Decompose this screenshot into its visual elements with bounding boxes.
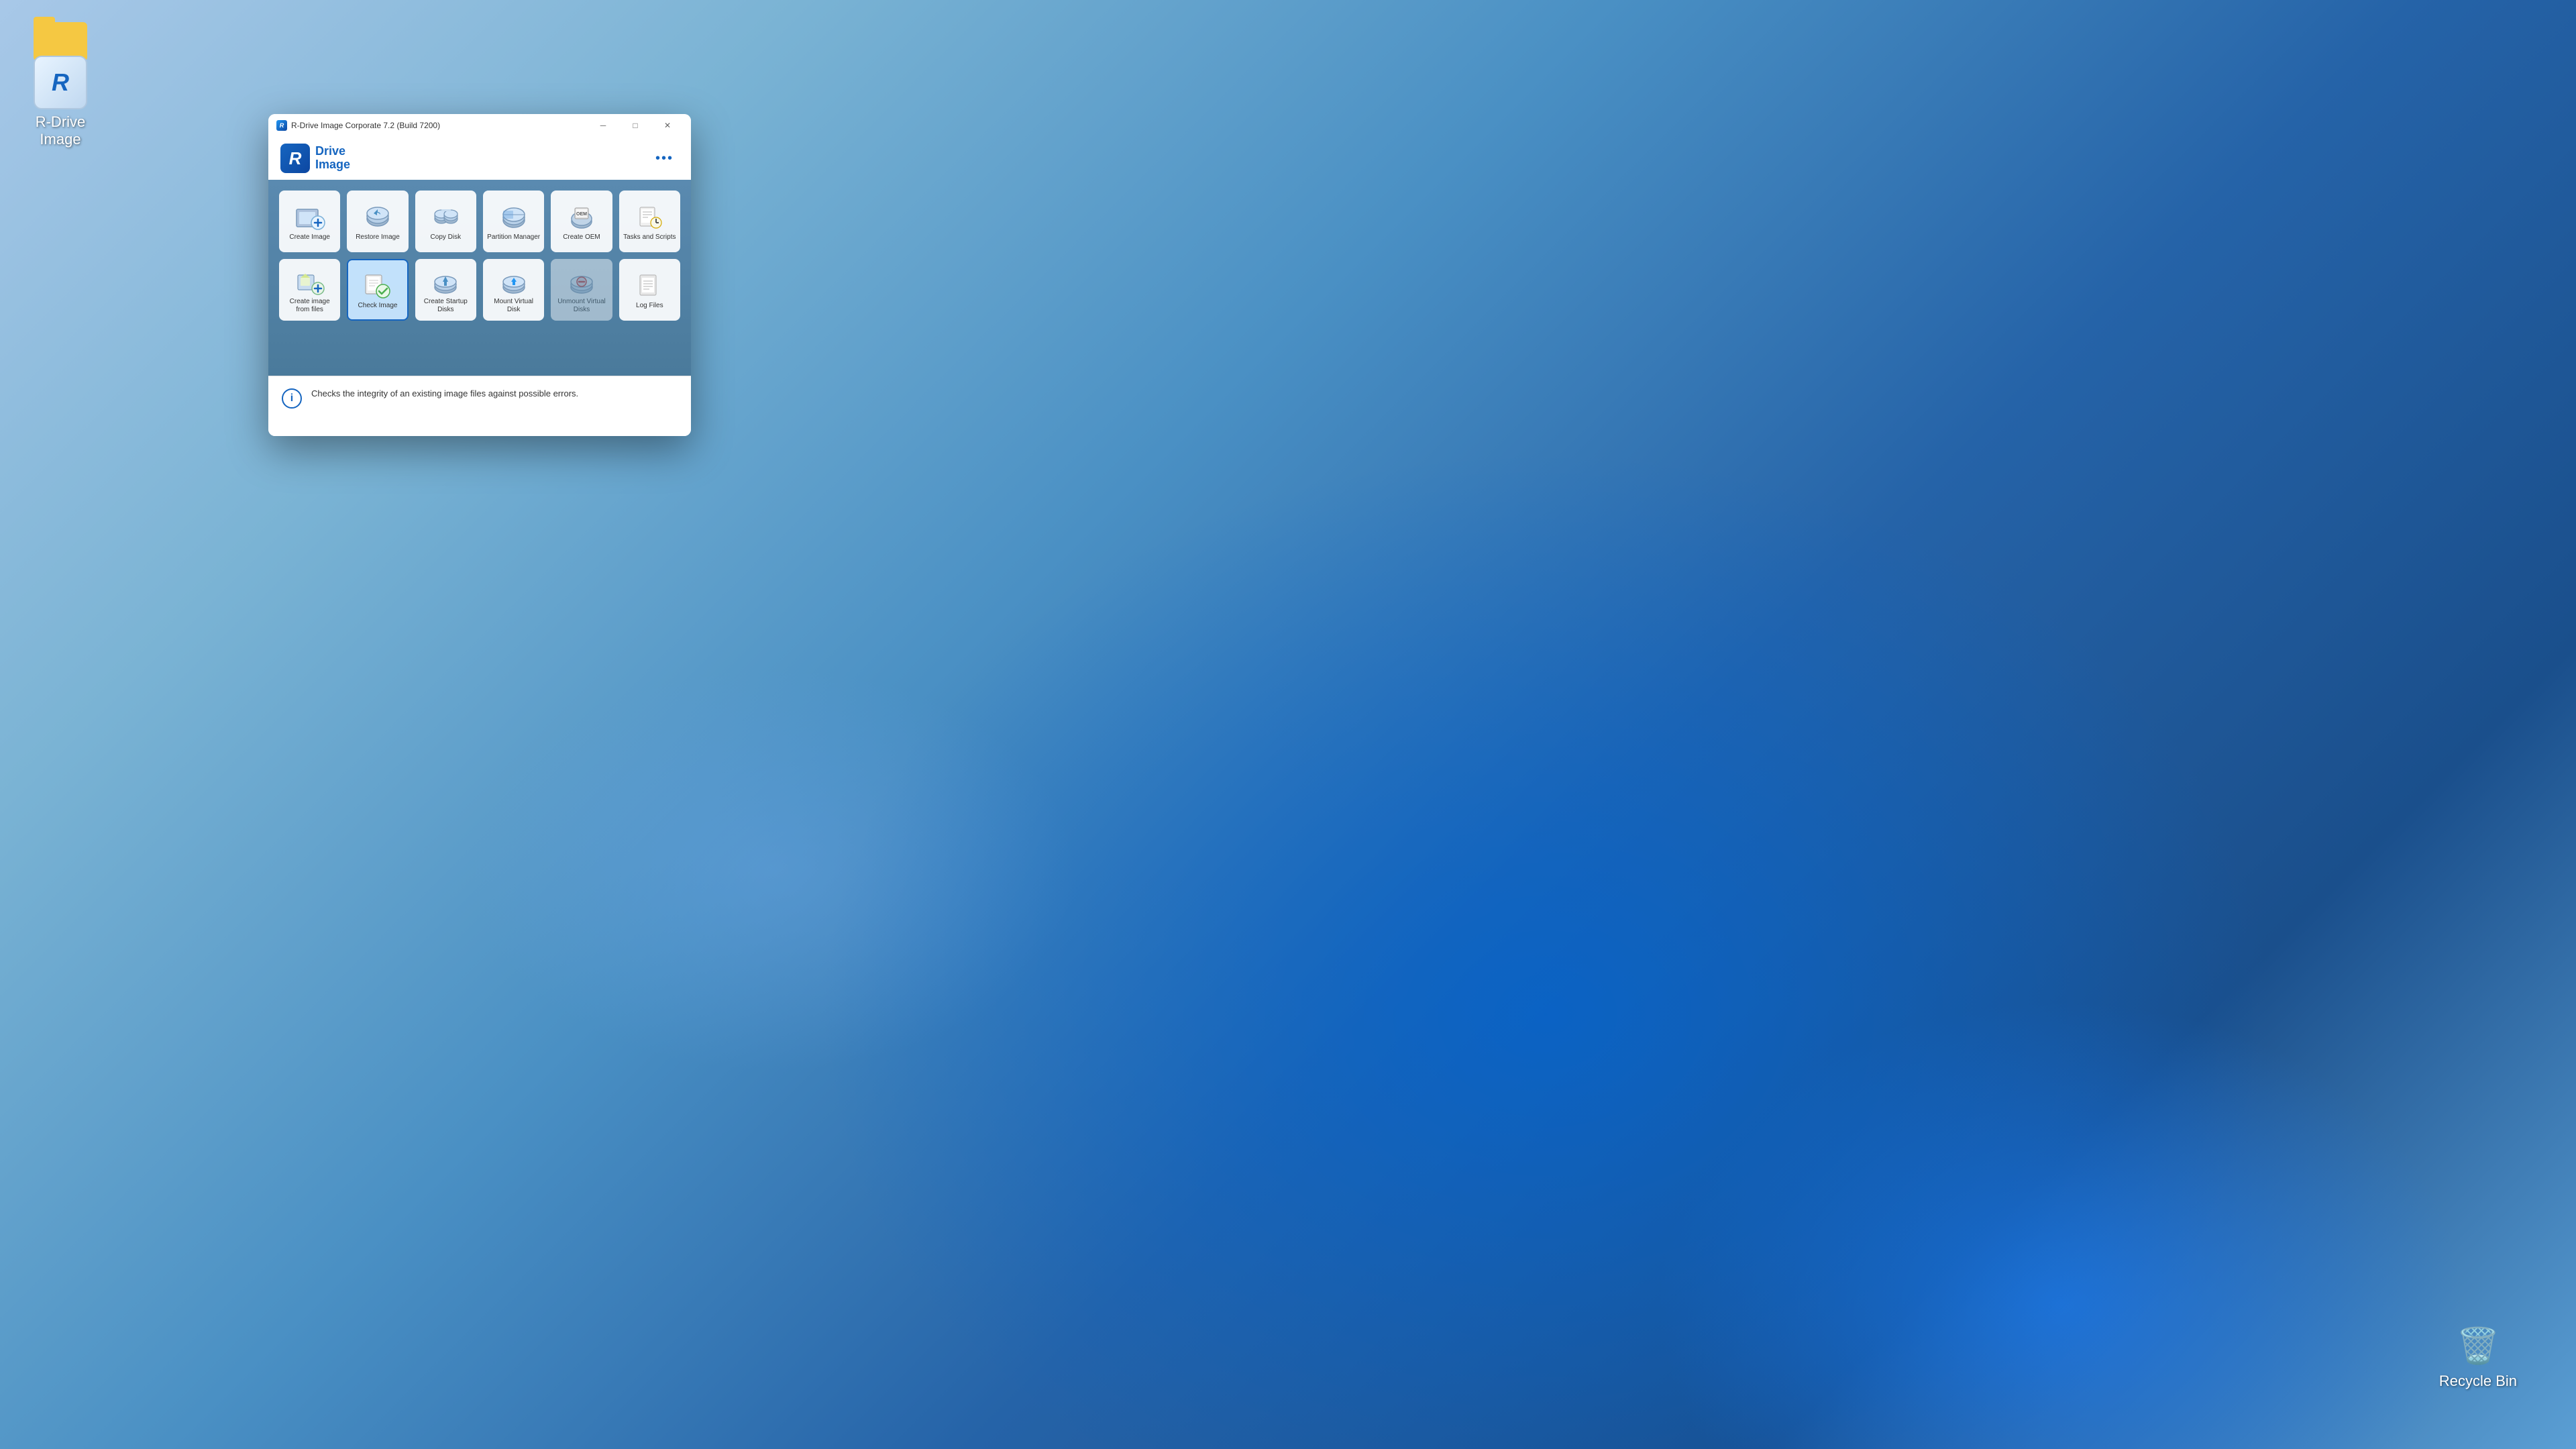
- create-oem-button[interactable]: OEM Create OEM: [551, 191, 612, 252]
- create-startup-disks-icon: [428, 267, 463, 297]
- create-oem-label: Create OEM: [563, 233, 600, 241]
- create-image-files-label: Create image from files: [283, 298, 336, 314]
- tasks-scripts-button[interactable]: Tasks and Scripts: [619, 191, 680, 252]
- restore-image-button[interactable]: Restore Image: [347, 191, 408, 252]
- grid-row-1: Create Image Restore Image: [279, 191, 680, 252]
- logo-drive: Drive: [315, 145, 350, 158]
- create-image-files-icon: [292, 267, 327, 297]
- restore-image-icon: [360, 203, 395, 232]
- create-image-files-button[interactable]: Create image from files: [279, 259, 340, 321]
- title-bar-icon: R: [276, 120, 287, 131]
- logo-text: Drive Image: [315, 145, 350, 172]
- info-icon: i: [282, 388, 302, 409]
- copy-disk-icon: [428, 203, 463, 232]
- create-oem-icon: OEM: [564, 203, 599, 232]
- app-window: R R-Drive Image Corporate 7.2 (Build 720…: [268, 114, 691, 436]
- mount-virtual-disk-label: Mount Virtual Disk: [487, 298, 540, 314]
- check-image-icon: [360, 271, 395, 301]
- create-startup-disks-label: Create Startup Disks: [419, 298, 472, 314]
- log-files-label: Log Files: [636, 302, 663, 310]
- partition-manager-icon: [496, 203, 531, 232]
- copy-disk-button[interactable]: Copy Disk: [415, 191, 476, 252]
- create-image-button[interactable]: Create Image: [279, 191, 340, 252]
- desktop-icon-rdrive-label: R-Drive Image: [36, 113, 86, 148]
- create-startup-disks-button[interactable]: Create Startup Disks: [415, 259, 476, 321]
- title-bar: R R-Drive Image Corporate 7.2 (Build 720…: [268, 114, 691, 137]
- svg-text:OEM: OEM: [576, 212, 587, 217]
- minimize-button[interactable]: ─: [588, 114, 619, 137]
- unmount-virtual-disks-icon: [564, 267, 599, 297]
- rdrive-icon: R: [34, 56, 87, 109]
- logo-image: Image: [315, 158, 350, 172]
- grid-row-2: Create image from files Check Image: [279, 259, 680, 321]
- window-controls: ─ □ ✕: [588, 114, 683, 137]
- recycle-bin-label: Recycle Bin: [2439, 1373, 2517, 1390]
- mount-virtual-disk-button[interactable]: Mount Virtual Disk: [483, 259, 544, 321]
- info-bar: i Checks the integrity of an existing im…: [268, 376, 691, 436]
- copy-disk-label: Copy Disk: [431, 233, 462, 241]
- info-description: Checks the integrity of an existing imag…: [311, 387, 578, 400]
- close-button[interactable]: ✕: [652, 114, 683, 137]
- partition-manager-button[interactable]: Partition Manager: [483, 191, 544, 252]
- log-files-icon: [632, 271, 667, 301]
- main-grid: Create Image Restore Image: [268, 180, 691, 376]
- create-image-label: Create Image: [289, 233, 330, 241]
- tasks-scripts-label: Tasks and Scripts: [623, 233, 676, 241]
- unmount-virtual-disks-button[interactable]: Unmount Virtual Disks: [551, 259, 612, 321]
- menu-dots-button[interactable]: •••: [650, 148, 679, 169]
- tasks-scripts-icon: [632, 203, 667, 232]
- maximize-button[interactable]: □: [620, 114, 651, 137]
- desktop-icon-rdrive[interactable]: R R-Drive Image: [7, 50, 114, 154]
- title-bar-text: R-Drive Image Corporate 7.2 (Build 7200): [291, 121, 588, 130]
- restore-image-label: Restore Image: [356, 233, 400, 241]
- app-header: R Drive Image •••: [268, 137, 691, 180]
- app-logo: R Drive Image: [280, 144, 350, 173]
- check-image-button[interactable]: Check Image: [347, 259, 408, 321]
- check-image-label: Check Image: [358, 302, 398, 310]
- mount-virtual-disk-icon: [496, 267, 531, 297]
- recycle-bin-icon: 🗑️: [2451, 1319, 2505, 1373]
- unmount-virtual-disks-label: Unmount Virtual Disks: [555, 298, 608, 314]
- recycle-bin[interactable]: 🗑️ Recycle Bin: [2434, 1313, 2522, 1395]
- partition-manager-label: Partition Manager: [487, 233, 540, 241]
- logo-r-letter: R: [280, 144, 310, 173]
- log-files-button[interactable]: Log Files: [619, 259, 680, 321]
- create-image-icon: [292, 203, 327, 232]
